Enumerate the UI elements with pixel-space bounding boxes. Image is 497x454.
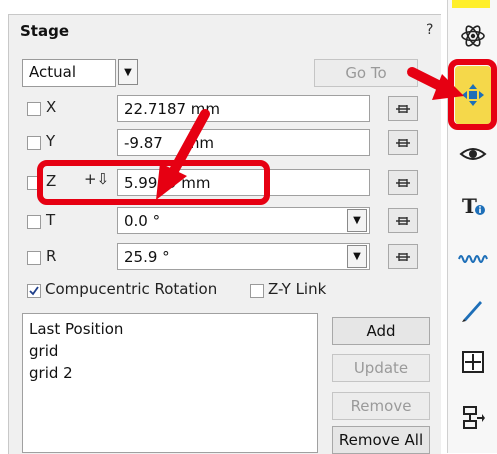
annotation-arrows [156, 67, 464, 200]
arrow-z-head [156, 163, 187, 200]
arrow-sidebar-shaft [407, 67, 445, 91]
arrow-z-shaft [166, 109, 210, 181]
